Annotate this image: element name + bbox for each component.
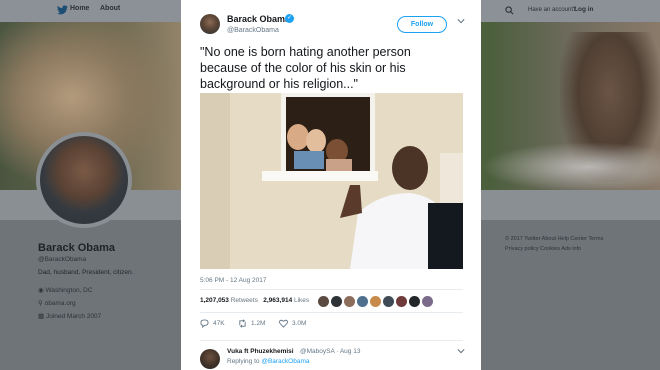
tweet-stats: 1,207,053 Retweets 2,963,914 Likes [200, 297, 309, 304]
reply-author-name[interactable]: Vuka ft Phuzekhemisi [227, 348, 294, 355]
follow-button[interactable]: Follow [397, 16, 447, 33]
retweets-label[interactable]: Retweets [231, 297, 258, 304]
liker-avatar[interactable] [370, 296, 381, 307]
divider [200, 289, 463, 290]
profile-location: ◉ Washington, DC [38, 287, 93, 294]
likes-count[interactable]: 2,963,914 [263, 297, 292, 304]
retweet-count: 1.2M [251, 320, 266, 327]
footer-line[interactable]: Privacy policy Cookies Ads info [505, 244, 625, 254]
profile-joined: ▦ Joined March 2007 [38, 313, 102, 320]
divider [200, 340, 463, 341]
tweet-timestamp[interactable]: 5:06 PM - 12 Aug 2017 [200, 277, 267, 284]
liker-avatar[interactable] [396, 296, 407, 307]
profile-name: Barack Obama [38, 242, 116, 254]
author-handle[interactable]: @BarackObama [227, 27, 279, 34]
link-icon: ⚲ [38, 300, 45, 307]
profile-website[interactable]: ⚲ obama.org [38, 299, 76, 307]
calendar-icon: ▦ [38, 313, 46, 320]
retweet-action[interactable]: 1.2M [238, 319, 265, 328]
likes-label[interactable]: Likes [294, 297, 309, 304]
replying-to: Replying to @BarackObama [227, 358, 310, 365]
profile-bio: Dad, husband, President, citizen. [38, 269, 134, 276]
search-icon[interactable] [505, 6, 514, 15]
divider [200, 312, 463, 313]
verified-icon: ✓ [285, 14, 294, 23]
like-count: 3.0M [292, 320, 307, 327]
replying-prefix: Replying to [227, 358, 260, 365]
reply-author-avatar[interactable] [200, 349, 220, 369]
nav-home-link[interactable]: Home [70, 5, 89, 12]
profile-handle: @BarackObama [38, 256, 87, 263]
liker-avatar[interactable] [331, 296, 342, 307]
heart-icon [279, 319, 288, 328]
nav-about-link[interactable]: About [100, 5, 120, 12]
tweet-text: "No one is born hating another person be… [200, 45, 411, 91]
twitter-bird-icon[interactable] [57, 5, 68, 15]
footer-line[interactable]: © 2017 Twitter About Help Center Terms [505, 234, 625, 244]
screen: Home About Have an account? Log in Barac… [0, 0, 660, 370]
liker-avatar[interactable] [357, 296, 368, 307]
like-action[interactable]: 3.0M [279, 319, 306, 328]
chevron-down-icon[interactable] [457, 17, 465, 25]
reply-author-handle[interactable]: @MaboySA · Aug 13 [300, 348, 360, 355]
replying-to-handle[interactable]: @BarackObama [261, 358, 309, 365]
author-name[interactable]: Barack Obama [227, 14, 290, 24]
liker-avatar[interactable] [318, 296, 329, 307]
liker-avatar[interactable] [344, 296, 355, 307]
retweets-count[interactable]: 1,207,053 [200, 297, 229, 304]
author-avatar[interactable] [200, 14, 220, 34]
reply-action[interactable]: 47K [200, 319, 225, 328]
tweet-modal: Barack Obama ✓ @BarackObama Follow "No o… [181, 0, 481, 370]
account-prompt: Have an account? [528, 7, 577, 13]
reply-icon [200, 319, 209, 328]
liker-avatar[interactable] [409, 296, 420, 307]
profile-avatar[interactable] [36, 132, 132, 228]
footer-links: © 2017 Twitter About Help Center Terms P… [505, 234, 625, 254]
liker-avatar[interactable] [422, 296, 433, 307]
liker-avatar[interactable] [383, 296, 394, 307]
login-link[interactable]: Log in [574, 6, 594, 13]
chevron-down-icon[interactable] [457, 347, 465, 355]
tweet-photo[interactable] [200, 93, 463, 269]
reply-count: 47K [213, 320, 225, 327]
retweet-icon [239, 319, 246, 328]
reply-tweet[interactable]: Vuka ft Phuzekhemisi @MaboySA · Aug 13 R… [181, 343, 481, 370]
